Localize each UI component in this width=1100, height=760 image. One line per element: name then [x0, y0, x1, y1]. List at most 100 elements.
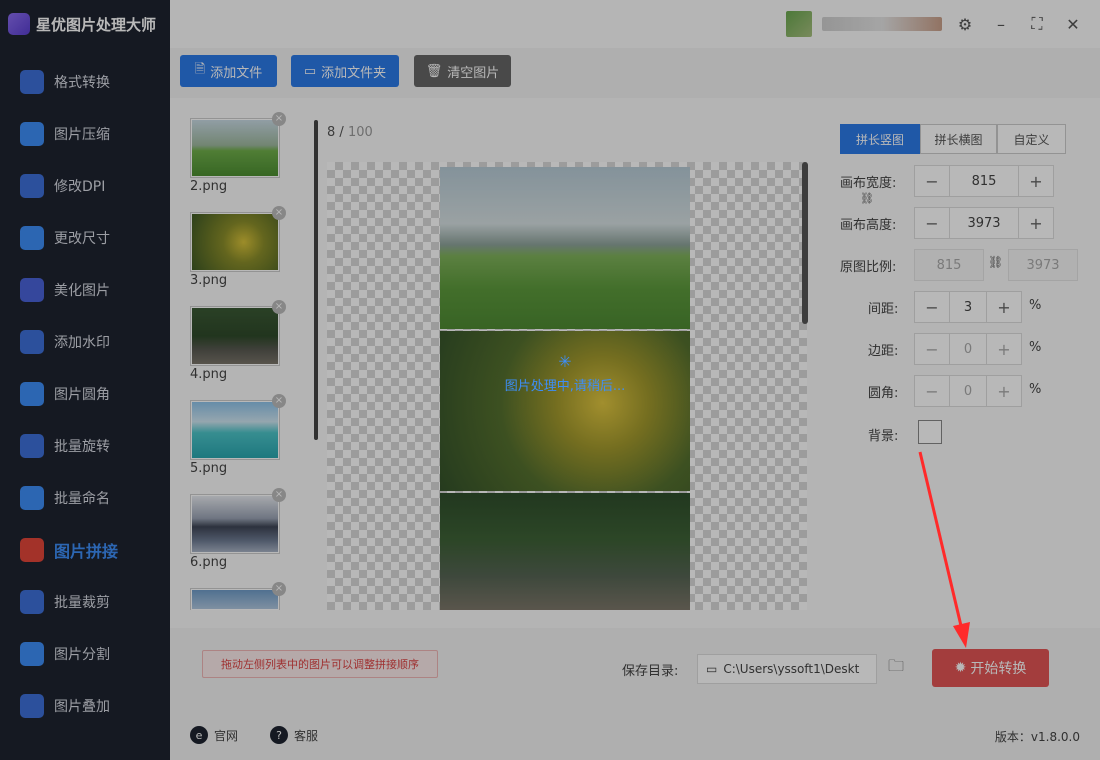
- decrement-button[interactable]: −: [915, 166, 949, 196]
- maximize-button[interactable]: ⛶: [1024, 11, 1050, 37]
- support-link[interactable]: ? 客服: [270, 726, 318, 744]
- sidebar-item-label: 图片圆角: [54, 387, 110, 403]
- margin-label: 边距:: [868, 344, 899, 359]
- trash-icon: 🗑: [425, 63, 443, 79]
- save-directory-input[interactable]: ▭ C:\Users\yssoft1\Deskt: [697, 654, 877, 684]
- thumbnail-6[interactable]: ×: [190, 488, 286, 554]
- original-ratio-label: 原图比例:: [840, 260, 897, 275]
- remove-icon[interactable]: ×: [272, 112, 286, 126]
- sidebar-item[interactable]: 图片叠加: [0, 680, 170, 732]
- increment-button[interactable]: +: [1019, 166, 1053, 196]
- sidebar-item[interactable]: 图片压缩: [0, 108, 170, 160]
- decrement-button[interactable]: −: [915, 292, 949, 322]
- ratio-height-value: 3973: [1008, 249, 1078, 281]
- remove-icon[interactable]: ×: [272, 582, 286, 596]
- decrement-button[interactable]: −: [915, 376, 949, 406]
- preview-scrollbar[interactable]: [802, 162, 808, 324]
- image-counter: 8 / 100: [327, 125, 373, 140]
- avatar[interactable]: [786, 11, 812, 37]
- browser-icon: e: [190, 726, 208, 744]
- add-folder-label: 添加文件夹: [321, 65, 387, 81]
- sidebar-item[interactable]: 图片拼接: [0, 524, 170, 576]
- thumbnail-3[interactable]: ×: [190, 206, 286, 272]
- background-color-swatch[interactable]: [918, 420, 942, 444]
- sidebar-item[interactable]: 批量裁剪: [0, 576, 170, 628]
- start-convert-button[interactable]: ✹ 开始转换: [932, 649, 1049, 687]
- link-aspect-icon[interactable]: ⛓: [860, 192, 874, 206]
- sidebar-item-label: 修改DPI: [54, 179, 106, 195]
- total-count: 100: [347, 125, 373, 140]
- browse-folder-icon[interactable]: 🗀: [885, 656, 907, 679]
- ratio-width-value: 815: [914, 249, 984, 281]
- start-convert-label: 开始转换: [970, 661, 1027, 677]
- beautify-icon: [20, 278, 44, 302]
- minimize-button[interactable]: –: [988, 11, 1014, 37]
- website-link[interactable]: e 官网: [190, 726, 238, 744]
- sidebar-item[interactable]: 批量命名: [0, 472, 170, 524]
- sidebar-item-label: 格式转换: [54, 75, 110, 91]
- decrement-button[interactable]: −: [915, 208, 949, 238]
- sidebar-item-label: 图片分割: [54, 647, 110, 663]
- sidebar-item-label: 添加水印: [54, 335, 110, 351]
- remove-icon[interactable]: ×: [272, 394, 286, 408]
- app-logo-icon: [8, 13, 30, 35]
- file-icon: 🗎: [194, 62, 206, 77]
- thumbnail-5[interactable]: ×: [190, 394, 286, 460]
- remove-icon[interactable]: ×: [272, 300, 286, 314]
- thumbnail-4[interactable]: ×: [190, 300, 286, 366]
- sidebar-item[interactable]: 图片圆角: [0, 368, 170, 420]
- version-text: 版本：v1.8.0.0: [994, 730, 1080, 744]
- thumbnail-2[interactable]: ×: [190, 112, 286, 178]
- sidebar-item-label: 批量命名: [54, 491, 110, 507]
- file-list-scrollbar[interactable]: [314, 120, 318, 440]
- file-name: 2.png: [190, 179, 228, 194]
- rotate-icon: [20, 434, 44, 458]
- mountain-lake-image: [192, 496, 278, 552]
- sidebar-item[interactable]: 修改DPI: [0, 160, 170, 212]
- tab-vertical-stitch[interactable]: 拼长竖图: [840, 124, 920, 154]
- landscape-image: [192, 120, 278, 176]
- tab-custom[interactable]: 自定义: [997, 124, 1066, 154]
- sidebar: 星优图片处理大师 格式转换图片压缩修改DPI 更改尺寸 美化图片添加水印图片圆角批量…: [0, 0, 170, 760]
- canvas-height-value[interactable]: 3973: [949, 208, 1019, 238]
- increment-button[interactable]: +: [987, 292, 1021, 322]
- add-file-button[interactable]: 🗎 添加文件: [180, 55, 277, 87]
- remove-icon[interactable]: ×: [272, 206, 286, 220]
- sidebar-item[interactable]: 美化图片: [0, 264, 170, 316]
- spacing-stepper[interactable]: − 3 +: [914, 291, 1022, 323]
- remove-icon[interactable]: ×: [272, 488, 286, 502]
- clear-images-button[interactable]: 🗑 清空图片: [414, 55, 511, 87]
- clear-images-label: 清空图片: [447, 65, 500, 81]
- sidebar-item[interactable]: 添加水印: [0, 316, 170, 368]
- settings-sliders-icon[interactable]: ⚙: [952, 11, 978, 37]
- support-icon: ?: [270, 726, 288, 744]
- thumbnail-7[interactable]: ×: [190, 582, 286, 610]
- account-name-blurred: [822, 17, 942, 31]
- loading-text: 图片处理中,请稍后...: [504, 379, 626, 394]
- increment-button[interactable]: +: [987, 376, 1021, 406]
- close-button[interactable]: ✕: [1060, 11, 1086, 37]
- margin-value[interactable]: 0: [949, 334, 987, 364]
- canvas-width-stepper[interactable]: − 815 +: [914, 165, 1054, 197]
- sidebar-item[interactable]: 更改尺寸: [0, 212, 170, 264]
- margin-stepper[interactable]: − 0 +: [914, 333, 1022, 365]
- support-label: 客服: [294, 728, 319, 743]
- add-folder-button[interactable]: ▭ 添加文件夹: [291, 55, 399, 87]
- sidebar-item[interactable]: 格式转换: [0, 56, 170, 108]
- radius-stepper[interactable]: − 0 +: [914, 375, 1022, 407]
- app-title: 星优图片处理大师: [0, 0, 170, 48]
- folder-icon: ▭: [706, 662, 718, 676]
- tab-horizontal-stitch[interactable]: 拼长横图: [920, 124, 997, 154]
- watermark-icon: [20, 330, 44, 354]
- decrement-button[interactable]: −: [915, 334, 949, 364]
- canvas-height-stepper[interactable]: − 3973 +: [914, 207, 1054, 239]
- canvas-width-value[interactable]: 815: [949, 166, 1019, 196]
- sidebar-item[interactable]: 图片分割: [0, 628, 170, 680]
- increment-button[interactable]: +: [987, 334, 1021, 364]
- sidebar-item[interactable]: 批量旋转: [0, 420, 170, 472]
- spacing-value[interactable]: 3: [949, 292, 987, 322]
- sidebar-item-label: 图片拼接: [54, 542, 119, 561]
- file-name: 4.png: [190, 367, 228, 382]
- radius-value[interactable]: 0: [949, 376, 987, 406]
- increment-button[interactable]: +: [1019, 208, 1053, 238]
